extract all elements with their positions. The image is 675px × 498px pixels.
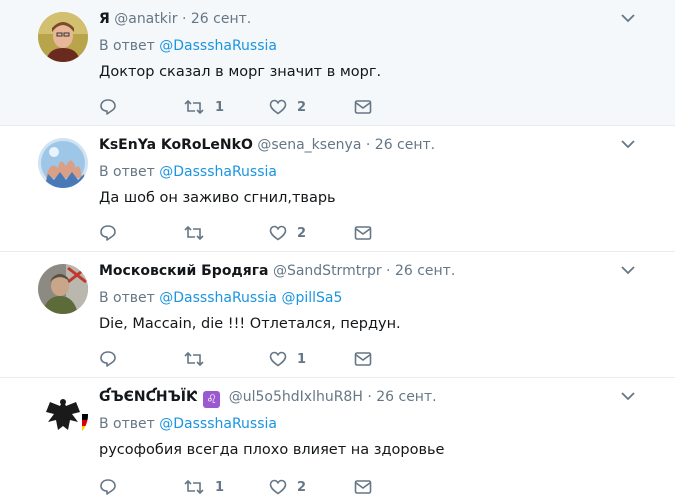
like-count: 1 [297,351,307,367]
user-handle[interactable]: @anatkir [114,11,177,27]
tweet-header: ƓЪЄΝƇНЪЇƘ ♌ @ul5o5hdIxlhuR8H · 26 сент. [99,387,615,408]
retweet-button[interactable] [183,348,215,370]
direct-message-icon [354,352,372,366]
retweet-icon [184,351,204,367]
like-button[interactable]: 2 [269,476,306,498]
reply-prefix: В ответ [99,416,155,432]
reply-context: В ответ @DasssһaRussia [99,414,277,434]
reply-button[interactable] [99,222,117,244]
avatar[interactable] [38,138,88,188]
tweet-header: Я @anatkir · 26 сент. [99,9,615,29]
separator-dot: · [367,389,372,405]
retweet-count: 1 [215,479,225,495]
tweet[interactable]: Я @anatkir · 26 сент. В ответ @DassshaRu… [0,0,675,126]
user-handle[interactable]: @SandStrmtrpr [273,263,382,279]
chevron-down-icon[interactable] [621,265,635,275]
tweet-actions: 1 [99,348,399,370]
reply-feed: Я @anatkir · 26 сент. В ответ @DassshaRu… [0,0,675,497]
user-name[interactable]: Я [99,11,110,27]
separator-dot: · [365,137,371,153]
separator-dot: · [181,11,187,27]
tweet-header: KsEnYa KoRoLeNkO @sena_ksenya · 26 сент. [99,135,615,155]
direct-message-button[interactable] [354,222,372,244]
avatar[interactable] [38,12,88,62]
reply-icon [100,225,116,241]
tweet[interactable]: ƓЪЄΝƇНЪЇƘ ♌ @ul5o5hdIxlhuR8H · 26 сент. … [0,378,675,497]
reply-prefix: В ответ [99,164,155,180]
tweet[interactable]: KsEnYa KoRoLeNkO @sena_ksenya · 26 сент.… [0,126,675,252]
like-count: 2 [297,99,307,115]
user-name[interactable]: ƓЪЄΝƇНЪЇƘ [99,389,197,405]
retweet-button[interactable]: 1 [183,96,224,118]
like-count: 2 [297,479,307,495]
retweet-button[interactable]: 1 [183,476,224,498]
retweet-button[interactable] [183,222,215,244]
tweet-time[interactable]: 26 сент. [376,389,436,405]
tweet[interactable]: Московский Бродяга @SandStrmtrpr · 26 се… [0,252,675,378]
like-button[interactable]: 2 [269,96,306,118]
avatar[interactable] [38,390,88,440]
mention-link[interactable]: @DasssһaRussia [159,290,277,306]
tweet-text: Die, Maccain, die !!! Отлетался, пердун. [99,316,401,332]
reply-button[interactable] [99,476,117,498]
retweet-icon [184,99,204,115]
like-icon [269,99,287,115]
like-button[interactable]: 1 [269,348,306,370]
retweet-icon [184,225,204,241]
direct-message-button[interactable] [354,96,372,118]
like-icon [269,479,287,495]
user-name[interactable]: KsEnYa KoRoLeNkO [99,137,253,153]
mention-link[interactable]: @pillSa5 [281,290,342,306]
user-handle[interactable]: @sena_ksenya [257,137,361,153]
reply-context: В ответ @DasssһaRussia @pillSa5 [99,288,342,308]
direct-message-icon [354,226,372,240]
reply-button[interactable] [99,348,117,370]
tweet-text: Доктор сказал в морг значит в морг. [99,64,382,80]
tweet-time[interactable]: 26 сент. [191,11,251,27]
tweet-actions: 2 [99,222,399,244]
direct-message-icon [354,480,372,494]
like-button[interactable]: 2 [269,222,306,244]
tweet-time[interactable]: 26 сент. [395,263,455,279]
separator-dot: · [386,263,391,279]
mention-link[interactable]: @DasssһaRussia [159,416,277,432]
reply-icon [100,351,116,367]
retweet-count: 1 [215,99,225,115]
tweet-actions: 1 2 [99,476,399,498]
like-icon [269,225,287,241]
tweet-actions: 1 2 [99,96,399,118]
like-icon [269,351,287,367]
reply-context: В ответ @DassshaRussia [99,36,277,56]
direct-message-button[interactable] [354,476,372,498]
mention-link[interactable]: @DassshaRussia [159,38,277,54]
reply-icon [100,99,116,115]
mention-link[interactable]: @DassshaRussia [159,164,277,180]
reply-icon [100,479,116,495]
tweet-header: Московский Бродяга @SandStrmtrpr · 26 се… [99,261,615,281]
tweet-text: русофобия всегда плохо влияет на здоровь… [99,442,445,458]
reply-context: В ответ @DassshaRussia [99,162,277,182]
reply-prefix: В ответ [99,290,155,306]
chevron-down-icon[interactable] [621,13,635,23]
direct-message-icon [354,100,372,114]
reply-prefix: В ответ [99,38,155,54]
like-count: 2 [297,225,307,241]
tweet-text: Да шоб он заживо сгнил,тварь [99,190,336,206]
tweet-time[interactable]: 26 сент. [375,137,435,153]
leo-zodiac-icon: ♌ [203,391,221,408]
direct-message-button[interactable] [354,348,372,370]
reply-button[interactable] [99,96,117,118]
user-handle[interactable]: @ul5o5hdIxlhuR8H [229,389,363,405]
retweet-icon [184,479,204,495]
chevron-down-icon[interactable] [621,391,635,401]
user-name[interactable]: Московский Бродяга [99,263,269,279]
avatar[interactable] [38,264,88,314]
chevron-down-icon[interactable] [621,139,635,149]
